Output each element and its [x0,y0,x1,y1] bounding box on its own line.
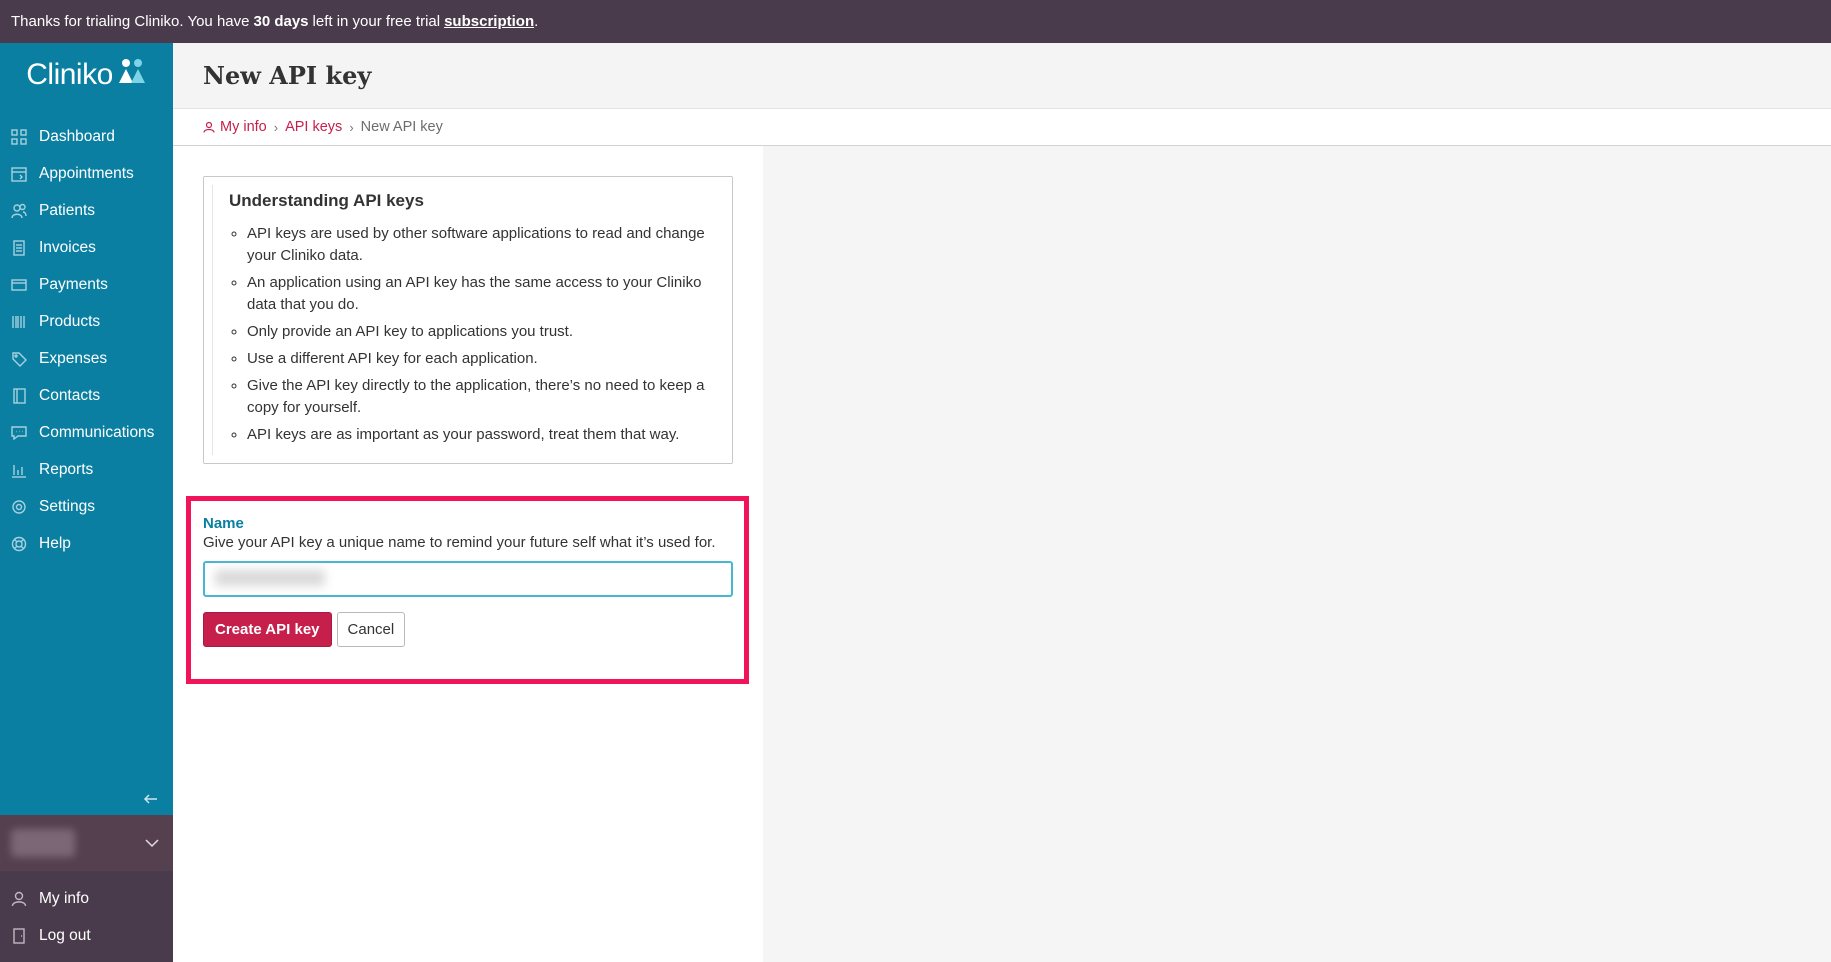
sidebar-item-label: Expenses [39,349,108,367]
sidebar-item-reports[interactable]: Reports [0,451,173,488]
people-icon [11,203,27,219]
logo-people-icon [117,57,147,93]
sidebar-item-dashboard[interactable]: Dashboard [0,118,173,155]
form-actions: Create API key Cancel [203,612,734,647]
user-icon [11,891,27,907]
name-help-text: Give your API key a unique name to remin… [203,534,716,551]
sidebar-item-label: Communications [39,423,155,441]
list-item: An application using an API key has the … [247,272,712,316]
sidebar-item-help[interactable]: Help [0,525,173,562]
sidebar-item-invoices[interactable]: Invoices [0,229,173,266]
breadcrumb-separator: › [273,119,279,135]
sidebar-item-label: Invoices [39,238,96,256]
sidebar-item-label: Help [39,534,71,552]
sidebar-item-settings[interactable]: Settings [0,488,173,525]
list-item: Give the API key directly to the applica… [247,375,712,419]
sidebar-item-communications[interactable]: Communications [0,414,173,451]
sidebar-item-appointments[interactable]: Appointments [0,155,173,192]
breadcrumb-current: New API key [360,119,443,135]
list-item: API keys are as important as your passwo… [247,424,712,446]
sidebar-item-label: Products [39,312,101,330]
sidebar-item-products[interactable]: Products [0,303,173,340]
breadcrumb-my-info[interactable]: My info [203,119,267,135]
sidebar-item-expenses[interactable]: Expenses [0,340,173,377]
barcode-icon [11,314,27,330]
main-nav: Dashboard Appointments Patients Invoices… [0,118,173,562]
page-title: New API key [173,43,1831,108]
document-icon [11,239,27,256]
account-name-redacted [11,829,75,857]
door-icon [11,927,27,944]
info-title: Understanding API keys [229,191,424,210]
sidebar-item-label: Dashboard [39,127,115,145]
breadcrumb: My info › API keys › New API key [173,108,1831,146]
subscription-link[interactable]: subscription [444,13,534,30]
lifebuoy-icon [11,536,27,552]
user-nav: My info Log out [0,871,173,962]
collapse-sidebar-icon[interactable] [143,791,159,807]
sidebar-item-payments[interactable]: Payments [0,266,173,303]
trial-days: 30 days [253,13,309,30]
cliniko-logo[interactable]: Cliniko [0,43,173,107]
sidebar-item-contacts[interactable]: Contacts [0,377,173,414]
breadcrumb-label: My info [220,119,267,135]
gear-icon [11,499,27,515]
name-value-redacted [215,570,325,586]
breadcrumb-api-keys[interactable]: API keys [285,119,342,135]
create-api-key-button[interactable]: Create API key [203,612,332,647]
sidebar-item-label: Contacts [39,386,101,404]
book-icon [11,387,27,404]
card-icon [11,277,27,293]
sidebar-item-label: Settings [39,497,96,515]
account-switcher[interactable] [0,815,173,871]
main-area: New API key My info › API keys › New API… [173,43,1831,962]
grid-icon [11,128,27,145]
logo-text: Cliniko [26,58,113,91]
list-item: API keys are used by other software appl… [247,223,712,267]
chat-icon [11,425,27,441]
trial-banner: Thanks for trialing Cliniko. You have 30… [0,0,1831,43]
user-icon [203,121,215,133]
content-panel: Understanding API keys API keys are used… [173,146,763,962]
sidebar-item-label: My info [39,889,89,907]
bar-chart-icon [11,462,27,478]
sidebar-item-label: Log out [39,926,91,944]
calendar-icon [11,166,27,182]
breadcrumb-separator: › [349,119,354,135]
sidebar-item-label: Appointments [39,164,134,182]
sidebar-item-patients[interactable]: Patients [0,192,173,229]
sidebar-item-log-out[interactable]: Log out [0,917,173,954]
trial-text-middle: left in your free trial [312,13,441,30]
trial-text-prefix: Thanks for trialing Cliniko. You have [11,13,250,30]
chevron-down-icon [145,835,159,852]
sidebar-item-label: Payments [39,275,108,293]
api-keys-info-box: Understanding API keys API keys are used… [203,176,733,464]
trial-text-suffix: . [534,13,539,30]
info-list: API keys are used by other software appl… [229,223,712,446]
list-item: Only provide an API key to applications … [247,321,712,343]
sidebar-item-my-info[interactable]: My info [0,880,173,917]
tag-icon [11,351,27,367]
sidebar-item-label: Patients [39,201,96,219]
cancel-button[interactable]: Cancel [336,612,406,647]
new-api-key-form: Name Give your API key a unique name to … [186,496,749,684]
name-label: Name [203,515,244,532]
sidebar-item-label: Reports [39,460,94,478]
list-item: Use a different API key for each applica… [247,348,712,370]
name-input-wrapper [203,551,734,597]
